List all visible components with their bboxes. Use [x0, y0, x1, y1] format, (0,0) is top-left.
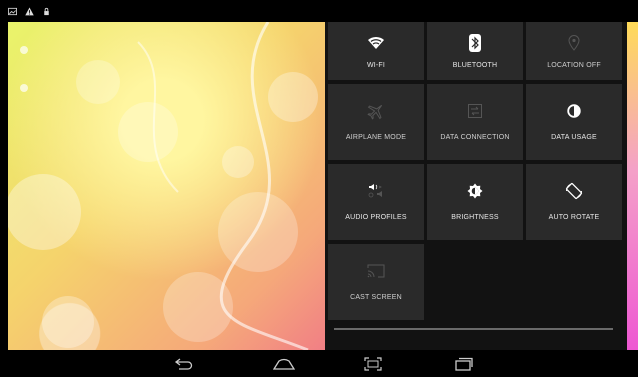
tile-label: BRIGHTNESS: [451, 214, 499, 221]
tile-data-connection[interactable]: DATA CONNECTION: [427, 84, 523, 160]
tile-auto-rotate[interactable]: AUTO ROTATE: [526, 164, 622, 240]
data-usage-icon: [567, 104, 581, 118]
lock-icon: [44, 7, 49, 15]
tile-label: AUDIO PROFILES: [345, 214, 407, 221]
screenshot-icon: [364, 356, 382, 371]
tile-brightness[interactable]: BRIGHTNESS: [427, 164, 523, 240]
tile-label: BLUETOOTH: [452, 62, 498, 69]
home-icon: [273, 358, 295, 370]
back-icon: [174, 357, 193, 370]
airplane-icon: [367, 104, 383, 120]
cast-screen-icon: [367, 264, 385, 278]
image-notification-icon: [8, 7, 17, 15]
tile-bluetooth[interactable]: BLUETOOTH: [427, 22, 523, 80]
tile-wifi[interactable]: WI-FI: [328, 22, 424, 80]
location-icon: [568, 35, 580, 51]
tile-audio-profiles[interactable]: AUDIO PROFILES: [328, 164, 424, 240]
data-connection-icon: [468, 104, 482, 118]
bluetooth-icon: [469, 34, 481, 52]
quick-settings-panel: WI-FI BLUETOOTH LOCATION OFF AIRPLANE MO…: [325, 22, 627, 350]
panel-scroll-indicator: [334, 328, 613, 330]
tile-label: AUTO ROTATE: [548, 214, 600, 221]
warning-icon: [25, 6, 34, 15]
tile-data-usage[interactable]: DATA USAGE: [526, 84, 622, 160]
tile-label: LOCATION OFF: [547, 62, 601, 69]
recents-icon: [455, 357, 473, 371]
tile-airplane-mode[interactable]: AIRPLANE MODE: [328, 84, 424, 160]
status-bar: [0, 0, 638, 22]
navigation-bar: [0, 350, 638, 377]
back-button[interactable]: [172, 355, 196, 372]
tile-label: AIRPLANE MODE: [345, 134, 407, 141]
brightness-icon: [467, 183, 483, 199]
tile-label: DATA USAGE: [551, 134, 597, 141]
wifi-icon: [368, 36, 384, 49]
home-button[interactable]: [272, 355, 296, 372]
tile-label: CAST SCREEN: [350, 294, 402, 301]
tile-cast-screen[interactable]: CAST SCREEN: [328, 244, 424, 320]
tile-label: WI-FI: [366, 62, 386, 69]
screenshot-button[interactable]: [361, 355, 385, 372]
tile-label: DATA CONNECTION: [440, 134, 510, 141]
tile-location[interactable]: LOCATION OFF: [526, 22, 622, 80]
recents-button[interactable]: [452, 355, 476, 372]
audio-profiles-icon: [368, 184, 382, 198]
auto-rotate-icon: [565, 182, 583, 200]
